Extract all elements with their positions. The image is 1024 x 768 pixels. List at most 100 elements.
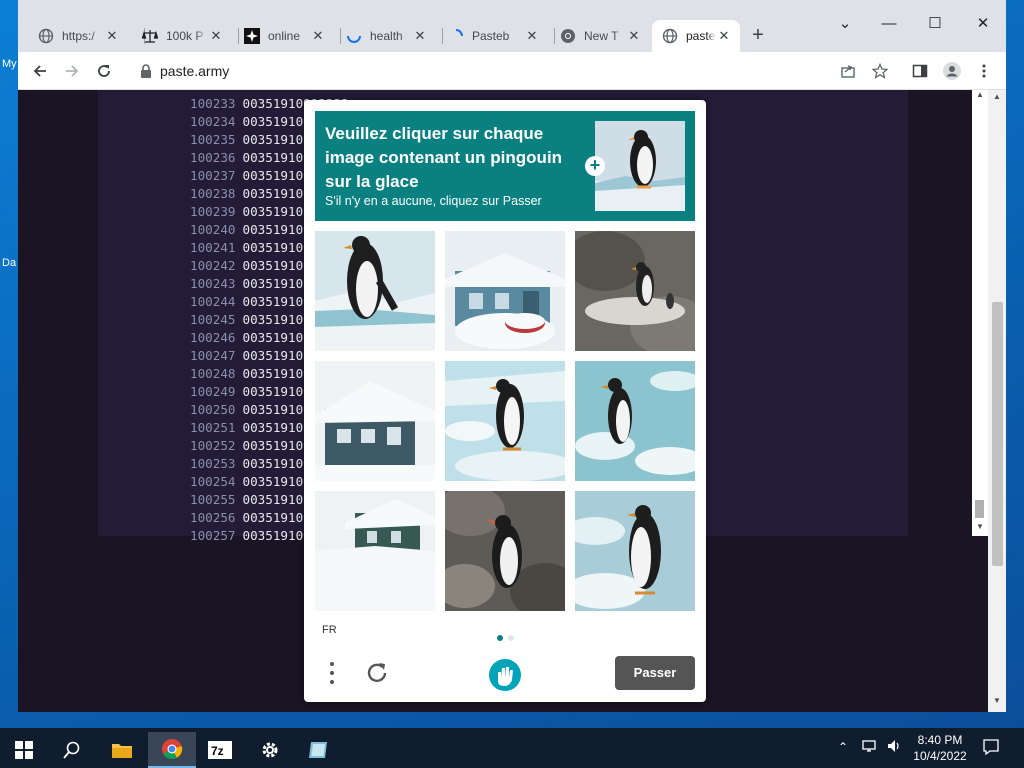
star-dark-icon [244,28,260,44]
line-number: 100246 [190,330,236,345]
captcha-subtitle: S'il n'y en a aucune, cliquez sur Passer [325,194,542,208]
skip-button[interactable]: Passer [615,656,695,690]
line-number: 100244 [190,294,236,309]
share-icon[interactable] [836,59,860,83]
chrome-taskbar-icon[interactable] [148,732,196,768]
language-selector[interactable]: FR [322,624,337,636]
line-number: 100253 [190,456,236,471]
line-number: 100245 [190,312,236,327]
tab-title: health [370,29,403,43]
network-icon[interactable] [862,738,878,757]
page-scrollbar[interactable]: ▲ ▼ [988,90,1006,712]
line-number: 100240 [190,222,236,237]
tab-title: New T [584,29,619,43]
tab-4[interactable]: health ✕ [336,20,436,52]
close-tab-icon[interactable]: ✕ [208,28,224,44]
menu-kebab-icon[interactable] [326,660,338,689]
menu-kebab-icon[interactable] [972,59,996,83]
desktop-icon-label[interactable]: My [2,58,17,70]
notifications-icon[interactable] [982,738,1000,759]
app-icon[interactable] [294,732,342,768]
line-number: 100255 [190,492,236,507]
bookmark-star-icon[interactable] [868,59,892,83]
line-number: 100251 [190,420,236,435]
maximize-icon[interactable]: ☐ [920,10,950,38]
file-explorer-icon[interactable] [98,732,146,768]
hcaptcha-logo-icon [488,658,522,695]
close-tab-icon[interactable]: ✕ [524,28,540,44]
tab-5[interactable]: Pasteb ✕ [438,20,548,52]
address-bar[interactable]: paste.army [128,57,888,85]
captcha-image-6[interactable] [575,361,695,481]
profile-icon[interactable] [940,59,964,83]
lock-icon[interactable] [140,64,152,81]
line-number: 100239 [190,204,236,219]
back-icon[interactable] [28,59,52,83]
search-icon[interactable] [48,732,96,768]
side-panel-icon[interactable] [908,59,932,83]
line-number: 100235 [190,132,236,147]
clock-time: 8:40 PM [917,733,963,747]
line-number: 100243 [190,276,236,291]
line-number: 100256 [190,510,236,525]
tab-1[interactable]: https:/ ✕ [28,20,128,52]
captcha-image-8[interactable] [445,491,565,611]
captcha-image-5[interactable] [445,361,565,481]
start-icon[interactable] [0,732,48,768]
url-text: paste.army [160,63,230,79]
loading-icon [448,28,464,44]
close-tab-icon[interactable]: ✕ [626,28,642,44]
close-window-icon[interactable]: ✕ [968,10,998,38]
captcha-title: Veuillez cliquer sur chaque image conten… [325,124,563,191]
settings-icon[interactable] [246,732,294,768]
scroll-up-icon[interactable]: ▲ [989,92,1005,101]
captcha-image-9[interactable] [575,491,695,611]
globe-icon [38,28,54,44]
paste-scrollbar[interactable]: ▲ ▼ [972,90,988,536]
page-scroll-thumb[interactable] [992,302,1003,566]
refresh-icon[interactable] [364,660,390,689]
captcha-image-3[interactable] [575,231,695,351]
close-tab-icon[interactable]: ✕ [716,28,732,44]
chrome-icon [560,28,576,44]
page-dot [508,635,515,641]
forward-icon[interactable] [60,59,84,83]
line-number: 100233 [190,96,236,111]
tab-title: paste.a [686,29,716,43]
captcha-image-4[interactable] [315,361,435,481]
tab-title: Pasteb [472,29,510,43]
scroll-down-icon[interactable]: ▼ [989,696,1005,705]
expand-example-icon[interactable]: + [585,156,605,176]
reload-icon[interactable] [92,59,116,83]
close-tab-icon[interactable]: ✕ [104,28,120,44]
tab-3[interactable]: online ✕ [234,20,334,52]
clock-date: 10/4/2022 [913,749,967,763]
minimize-icon[interactable]: — [874,10,904,38]
line-number: 100241 [190,240,236,255]
captcha-image-7[interactable] [315,491,435,611]
line-number: 100236 [190,150,236,165]
new-tab-button[interactable]: + [746,24,770,48]
close-tab-icon[interactable]: ✕ [310,28,326,44]
tab-7-active[interactable]: paste.a ✕ [652,20,740,52]
show-hidden-icons-icon[interactable]: ⌃ [838,740,848,754]
browser-toolbar: paste.army [18,52,1006,90]
desktop-icon-label[interactable]: Da [2,257,16,269]
clock[interactable]: 8:40 PM 10/4/2022 [900,732,980,764]
paste-scroll-thumb[interactable] [975,500,984,518]
page-dot-active [497,635,503,641]
line-number: 100250 [190,402,236,417]
scroll-down-icon[interactable]: ▼ [972,522,988,531]
tab-2[interactable]: 100k P ✕ [132,20,232,52]
scroll-up-icon[interactable]: ▲ [972,90,988,99]
tab-search-icon[interactable]: ⌄ [830,10,860,38]
close-tab-icon[interactable]: ✕ [412,28,428,44]
line-number: 100248 [190,366,236,381]
tab-6[interactable]: New T ✕ [550,20,650,52]
line-number: 100257 [190,528,236,543]
7zip-icon[interactable]: 7z [196,732,244,768]
tab-strip: https:/ ✕ 100k P ✕ online ✕ health ✕ Pas… [18,0,1006,52]
captcha-image-2[interactable] [445,231,565,351]
page-indicator [496,630,515,644]
captcha-image-1[interactable] [315,231,435,351]
